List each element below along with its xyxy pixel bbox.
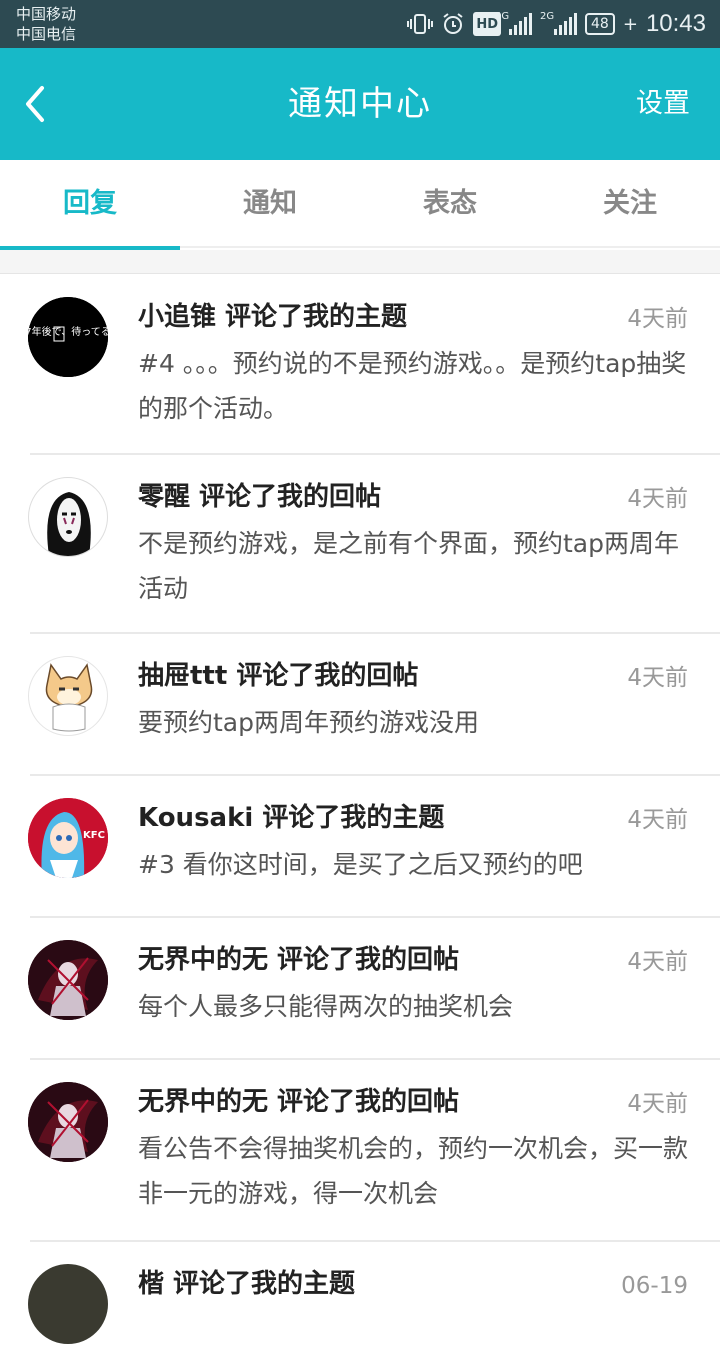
item-title: 无界中的无 评论了我的回帖 — [138, 945, 460, 975]
section-divider — [0, 250, 720, 274]
vibrate-icon — [407, 12, 434, 36]
item-body: #3 看你这时间，是买了之后又预约的吧 — [138, 850, 583, 879]
item-title: 抽屉ttt 评论了我的回帖 — [138, 661, 419, 691]
carrier-1: 中国移动 — [16, 5, 77, 23]
tab-bar: 回复 通知 表态 关注 — [0, 160, 720, 250]
avatar-text: 7年後で、待ってる — [28, 325, 108, 338]
list-item[interactable]: 7年後で、待ってる 小追锥 评论了我的主题 4天前 #4 。。。预约说的不是预约… — [28, 275, 720, 455]
list-item[interactable]: 抽屉ttt 评论了我的回帖 4天前 要预约tap两周年预约游戏没用 — [28, 634, 720, 776]
avatar[interactable] — [28, 656, 108, 736]
item-time: 4天前 — [627, 306, 688, 332]
list-item[interactable]: 楷 评论了我的主题 06-19 — [28, 1242, 720, 1362]
item-title: 楷 评论了我的主题 — [138, 1269, 356, 1299]
avatar[interactable] — [28, 1264, 108, 1344]
system-icons: HD 4G 2G 48 + 10:43 — [407, 8, 706, 40]
tab-reactions[interactable]: 表态 — [360, 160, 540, 248]
charging-icon: + — [622, 13, 638, 35]
back-arrow-icon — [26, 86, 44, 122]
item-body: #4 。。。预约说的不是预约游戏。。是预约tap抽奖的那个活动。 — [138, 349, 687, 423]
list-item[interactable]: 无界中的无 评论了我的回帖 4天前 看公告不会得抽奖机会的，预约一次机会，买一款… — [28, 1060, 720, 1242]
item-title: 无界中的无 评论了我的回帖 — [138, 1087, 460, 1117]
item-body: 看公告不会得抽奖机会的，预约一次机会，买一款非一元的游戏，得一次机会 — [138, 1134, 689, 1208]
tab-follows[interactable]: 关注 — [540, 160, 720, 248]
carrier-2: 中国电信 — [16, 25, 77, 43]
list-item[interactable]: 零醒 评论了我的回帖 4天前 不是预约游戏，是之前有个界面，预约tap两周年活动 — [28, 455, 720, 634]
item-title: Kousaki 评论了我的主题 — [138, 803, 445, 833]
alarm-icon — [441, 12, 465, 36]
item-time: 4天前 — [627, 949, 688, 975]
avatar[interactable]: 7年後で、待ってる — [28, 297, 108, 377]
settings-button[interactable]: 设置 — [636, 48, 690, 160]
page-title: 通知中心 — [288, 84, 432, 124]
carrier-info: 中国移动 中国电信 — [16, 4, 76, 44]
status-bar: 中国移动 中国电信 HD 4G 2G 48 + 10:43 — [0, 0, 720, 48]
notification-list: 7年後で、待ってる 小追锥 评论了我的主题 4天前 #4 。。。预约说的不是预约… — [0, 275, 720, 1362]
list-item[interactable]: 无界中的无 评论了我的回帖 4天前 每个人最多只能得两次的抽奖机会 — [28, 918, 720, 1060]
item-title: 小追锥 评论了我的主题 — [138, 302, 408, 332]
avatar[interactable] — [28, 940, 108, 1020]
item-title: 零醒 评论了我的回帖 — [138, 482, 382, 512]
signal-2g-icon: 2G — [540, 11, 578, 35]
back-button[interactable] — [22, 76, 70, 132]
list-item[interactable]: KFC Kousaki 评论了我的主题 4天前 #3 看你这时间，是买了之后又预… — [28, 776, 720, 918]
tab-replies[interactable]: 回复 — [0, 160, 180, 250]
battery-icon: 48 — [585, 13, 615, 35]
item-time: 4天前 — [627, 1091, 688, 1117]
item-time: 4天前 — [627, 807, 688, 833]
item-body: 不是预约游戏，是之前有个界面，预约tap两周年活动 — [138, 529, 679, 603]
tab-notices[interactable]: 通知 — [180, 160, 360, 248]
item-time: 4天前 — [627, 665, 688, 691]
clock: 10:43 — [645, 10, 706, 37]
item-time: 06-19 — [621, 1273, 688, 1299]
network-2g-label: 2G — [540, 11, 555, 22]
avatar[interactable]: KFC — [28, 798, 108, 878]
avatar-text: KFC — [83, 830, 105, 841]
avatar[interactable] — [28, 477, 108, 557]
signal-4g-icon: 4G — [495, 11, 533, 35]
avatar[interactable] — [28, 1082, 108, 1162]
item-time: 4天前 — [627, 486, 688, 512]
network-4g-label: 4G — [495, 11, 510, 22]
item-body: 要预约tap两周年预约游戏没用 — [138, 708, 479, 737]
app-bar: 通知中心 设置 — [0, 48, 720, 160]
item-body: 每个人最多只能得两次的抽奖机会 — [138, 992, 514, 1021]
